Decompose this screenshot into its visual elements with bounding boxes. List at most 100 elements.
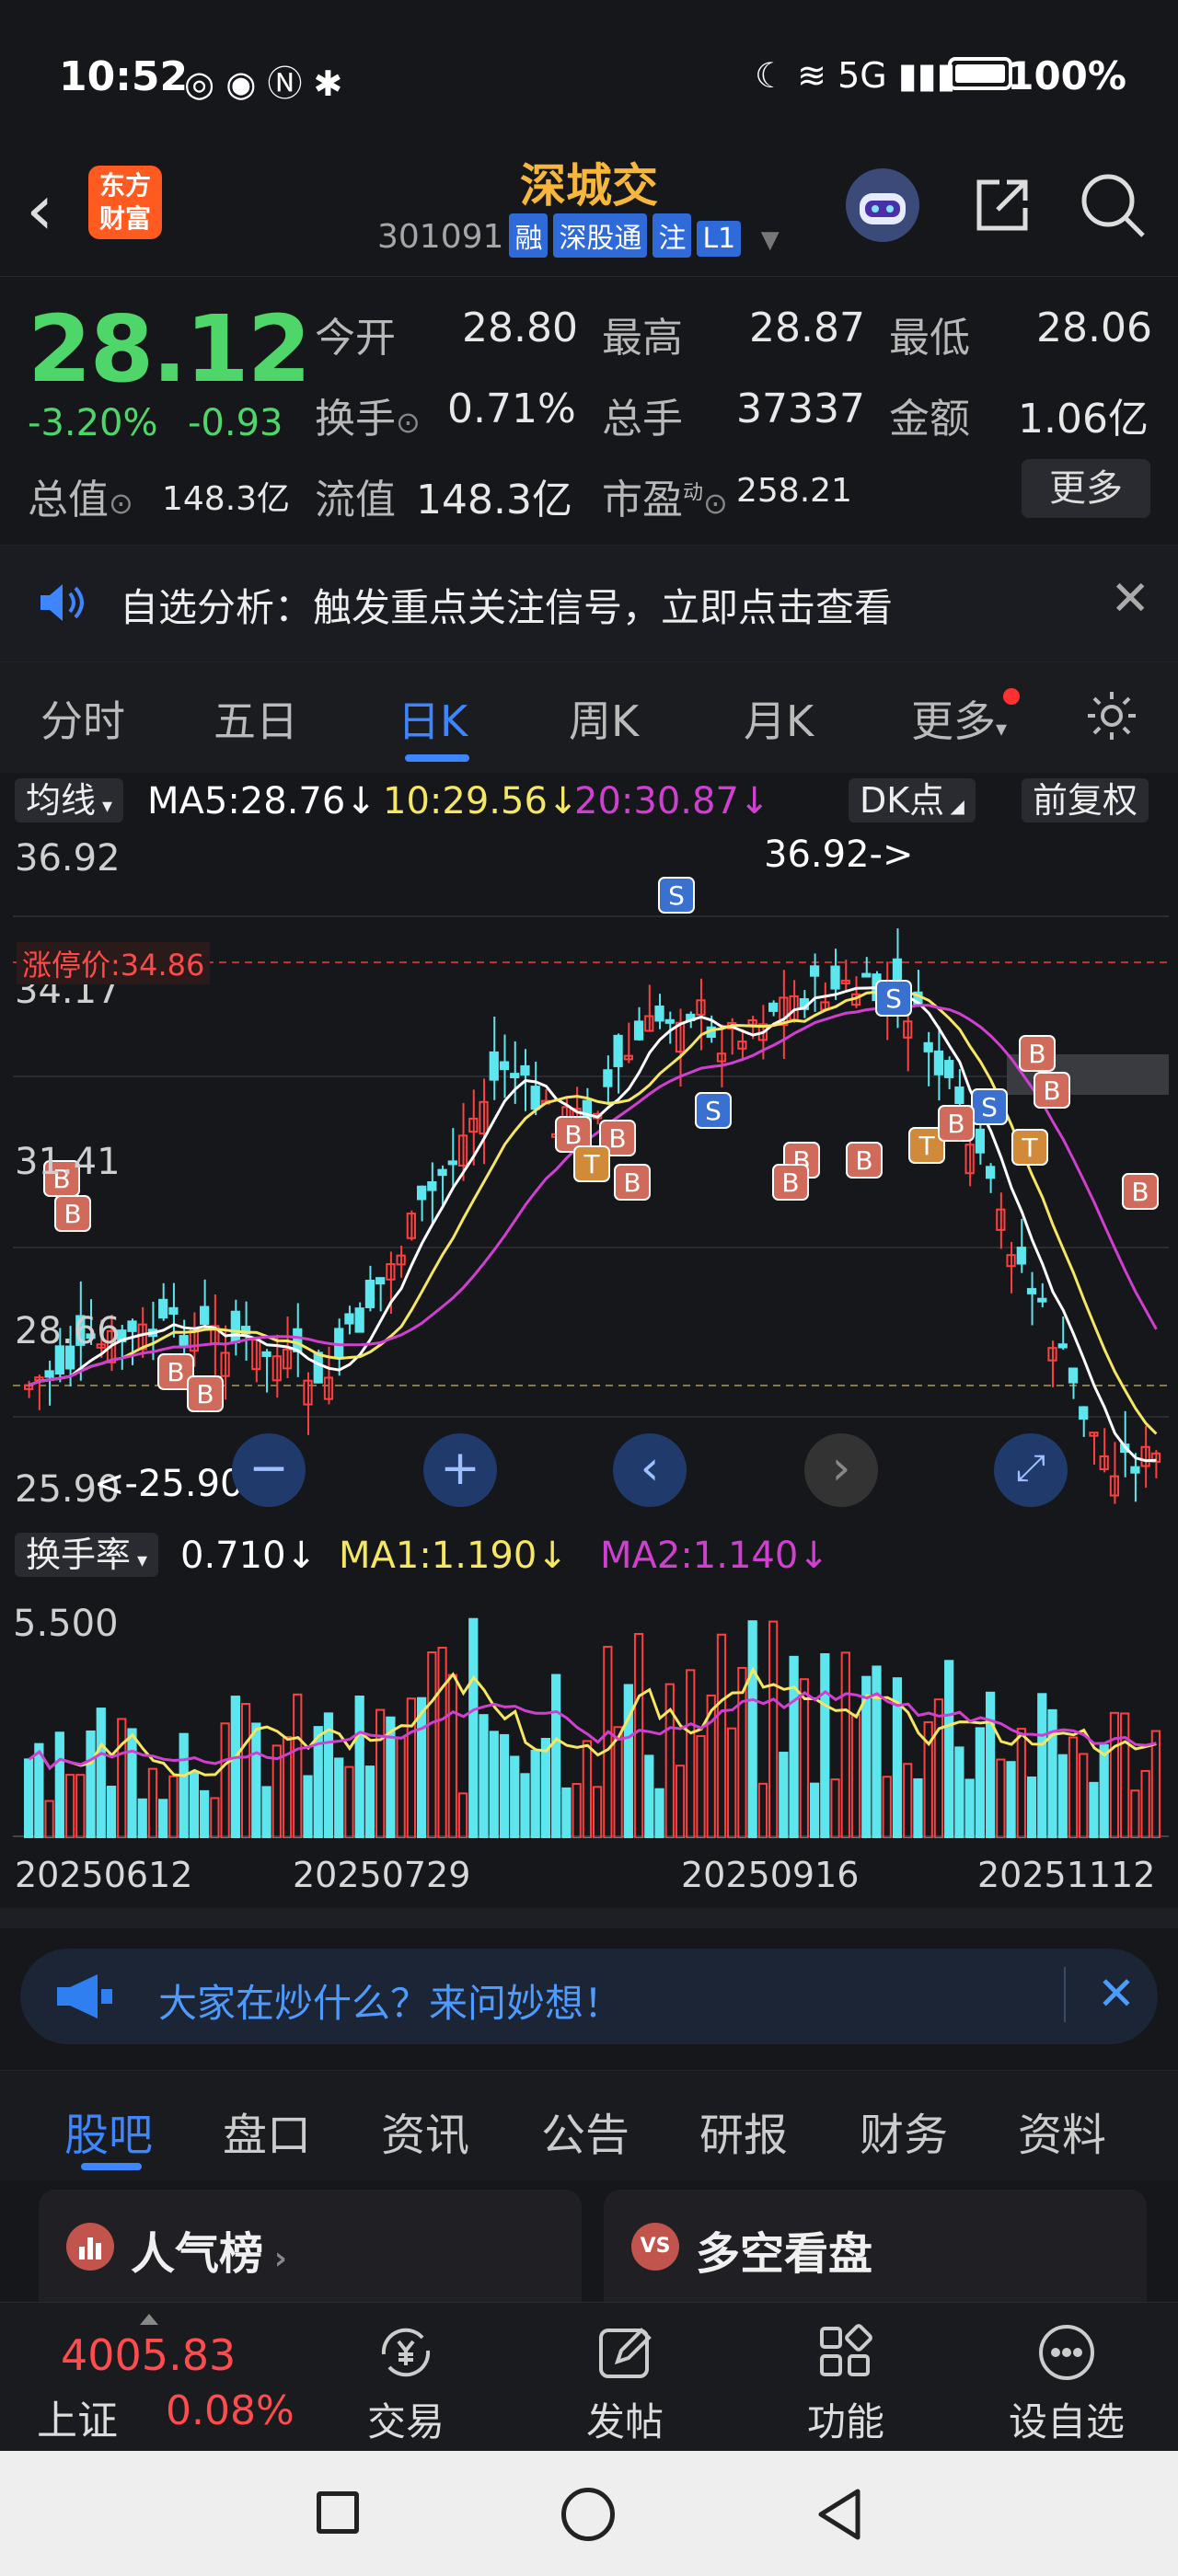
tab-monthly-k[interactable]: 月K bbox=[744, 688, 814, 749]
turnover-bar bbox=[686, 1669, 696, 1839]
chevron-down-icon[interactable]: ▼ bbox=[761, 226, 780, 254]
tab-research[interactable]: 研报 bbox=[699, 2099, 788, 2163]
turnover-bar bbox=[127, 1728, 137, 1839]
tab-news[interactable]: 资讯 bbox=[381, 2099, 469, 2163]
signal-badge: B bbox=[1034, 1072, 1070, 1109]
tab-pankou[interactable]: 盘口 bbox=[223, 2099, 311, 2163]
close-icon[interactable]: ✕ bbox=[1110, 571, 1150, 627]
turnover-bar bbox=[1057, 1754, 1068, 1839]
turnover-bar bbox=[768, 1620, 779, 1839]
nav-add-watchlist-label: 设自选 bbox=[1008, 2399, 1125, 2444]
scroll-right-button[interactable]: › bbox=[804, 1433, 878, 1507]
settings-gear-icon[interactable] bbox=[1082, 686, 1141, 749]
turnover-bar bbox=[479, 1714, 489, 1839]
stock-code-line: 301091 融深股通注 L1 ▼ bbox=[377, 213, 780, 258]
x-date-label: 20250916 bbox=[681, 1855, 860, 1895]
candle-body bbox=[933, 1050, 944, 1075]
open-value: 28.80 bbox=[462, 305, 578, 351]
turnover-bar bbox=[168, 1775, 179, 1839]
turnover-bar bbox=[179, 1732, 189, 1839]
info-icon[interactable]: ⊙ bbox=[703, 486, 728, 521]
signal-badge-text: B bbox=[167, 1357, 184, 1387]
turnover-bar bbox=[437, 1646, 447, 1839]
tab-daily-k[interactable]: 日K bbox=[398, 688, 468, 749]
ma-selector-button[interactable]: 均线 ▾ bbox=[15, 778, 124, 822]
turnover-bar bbox=[499, 1733, 510, 1839]
signal-badge-text: T bbox=[583, 1149, 600, 1179]
turnover-bar bbox=[1089, 1781, 1099, 1840]
turnover-ma1: MA1:1.190↓ bbox=[339, 1535, 568, 1577]
signal-badge: S bbox=[658, 877, 695, 914]
tab-announcements[interactable]: 公告 bbox=[541, 2099, 629, 2163]
turnover-bar bbox=[551, 1673, 561, 1839]
share-icon[interactable] bbox=[963, 166, 1042, 245]
recent-apps-icon[interactable] bbox=[317, 2491, 359, 2534]
tab-guba[interactable]: 股吧 bbox=[64, 2099, 153, 2163]
turnover-legend-bar: 换手率 ▾ 0.710↓ MA1:1.190↓ MA2:1.140↓ bbox=[0, 1527, 1178, 1584]
candle-body bbox=[1079, 1406, 1089, 1420]
turnover-label: 换手⊙ bbox=[315, 396, 421, 443]
turnover-bar bbox=[757, 1782, 768, 1839]
nav-trade[interactable]: 交易 bbox=[328, 2317, 484, 2447]
signal-badge-text: B bbox=[781, 1167, 799, 1198]
limit-up-label: 涨停价:34.86 bbox=[17, 942, 211, 984]
turnover-bar bbox=[334, 1757, 344, 1840]
x-date-label: 20250729 bbox=[293, 1855, 471, 1895]
fullscreen-icon[interactable]: ⤢ bbox=[994, 1433, 1068, 1507]
turnover-bar bbox=[293, 1693, 303, 1839]
notice-bar[interactable]: 自选分析：触发重点关注信号，立即点击查看 ✕ bbox=[0, 545, 1178, 662]
index-value[interactable]: 4005.83 bbox=[61, 2330, 236, 2380]
candle-body bbox=[354, 1307, 364, 1333]
indicator-selector-button[interactable]: 换手率 ▾ bbox=[15, 1533, 159, 1577]
divider bbox=[1064, 1967, 1066, 2022]
nav-functions[interactable]: 功能 bbox=[768, 2317, 924, 2447]
turnover-chart[interactable]: 5.500 bbox=[13, 1588, 1169, 1840]
scroll-left-button[interactable]: ‹ bbox=[613, 1433, 687, 1507]
popularity-card[interactable]: 人气榜 › bbox=[39, 2190, 582, 2318]
turnover-bar bbox=[613, 1726, 623, 1839]
kline-svg: BBBBSSS SB BTBBBB TBTBBB bbox=[13, 877, 1169, 1504]
signal-badge-text: S bbox=[885, 983, 902, 1014]
y-tick-label: 28.66 bbox=[15, 1310, 121, 1352]
nav-add-watchlist[interactable]: 设自选 bbox=[988, 2317, 1145, 2447]
robot-assistant-icon[interactable] bbox=[843, 166, 922, 245]
signal-badge-text: T bbox=[1021, 1133, 1038, 1163]
turnover-bar bbox=[820, 1653, 830, 1839]
tab-profile[interactable]: 资料 bbox=[1018, 2099, 1106, 2163]
long-short-card[interactable]: VS 多空看盘 bbox=[604, 2190, 1147, 2318]
back-nav-icon[interactable] bbox=[812, 2486, 867, 2547]
ask-assistant-bar[interactable]: 大家在炒什么？来问妙想！ ✕ bbox=[20, 1949, 1158, 2044]
signal-badge: B bbox=[846, 1142, 883, 1179]
zoom-in-button[interactable]: + bbox=[423, 1433, 497, 1507]
tab-more[interactable]: 更多▾ bbox=[911, 688, 1021, 749]
turnover-bar bbox=[572, 1783, 582, 1839]
candle-body bbox=[489, 1051, 499, 1081]
change-percent: -3.20% bbox=[28, 402, 158, 444]
nav-post[interactable]: 发帖 bbox=[547, 2317, 703, 2447]
x-date-label: 20250612 bbox=[15, 1855, 193, 1895]
pe-value: 258.21 bbox=[736, 472, 852, 510]
turnover-bar bbox=[644, 1754, 654, 1839]
info-icon[interactable]: ⊙ bbox=[396, 405, 421, 440]
low-marker: <-25.90 bbox=[94, 1463, 244, 1505]
info-icon[interactable]: ⊙ bbox=[109, 486, 133, 521]
candle-body bbox=[313, 1351, 323, 1384]
search-icon[interactable] bbox=[1073, 166, 1152, 245]
close-icon[interactable]: ✕ bbox=[1097, 1967, 1136, 2020]
turnover-bar bbox=[944, 1660, 954, 1839]
dk-point-button[interactable]: DK点 ◢ bbox=[849, 778, 976, 822]
ma5-value: MA5:28.76↓ bbox=[147, 780, 376, 822]
adjust-button[interactable]: 前复权 bbox=[1022, 778, 1149, 822]
more-button[interactable]: 更多 bbox=[1022, 459, 1150, 518]
kline-chart[interactable]: BBBBSSSSBBTBBBBTBTBBB 36.92 34.17 31.41 … bbox=[13, 834, 1169, 1518]
tab-weekly-k[interactable]: 周K bbox=[569, 688, 639, 749]
tab-financials[interactable]: 财务 bbox=[860, 2099, 948, 2163]
zoom-out-button[interactable]: − bbox=[232, 1433, 306, 1507]
low-value: 28.06 bbox=[1036, 305, 1152, 351]
tab-five-day[interactable]: 五日 bbox=[214, 688, 298, 749]
caret-up-icon bbox=[140, 2314, 158, 2325]
home-icon[interactable] bbox=[561, 2488, 615, 2541]
turnover-bar bbox=[220, 1722, 230, 1839]
tab-intraday[interactable]: 分时 bbox=[40, 688, 125, 749]
candle-body bbox=[447, 1160, 457, 1166]
